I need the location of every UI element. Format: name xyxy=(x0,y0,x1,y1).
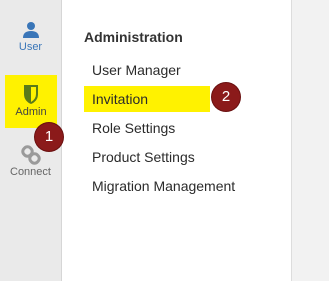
rail-item-connect[interactable]: Connect xyxy=(0,144,61,190)
menu-item-role-settings[interactable]: Role Settings xyxy=(84,115,269,141)
menu-item-user-manager[interactable]: User Manager xyxy=(84,57,269,83)
admin-menu-panel: Administration User Manager Invitation R… xyxy=(62,0,291,281)
menu-item-invitation[interactable]: Invitation xyxy=(84,86,210,112)
menu-item-migration-management[interactable]: Migration Management xyxy=(84,173,269,199)
rail-item-admin[interactable]: Admin xyxy=(5,75,57,128)
rail-item-label: User xyxy=(18,41,43,53)
link-icon xyxy=(20,145,41,165)
content-pane xyxy=(291,0,329,281)
menu-title: Administration xyxy=(84,29,183,45)
menu-item-product-settings[interactable]: Product Settings xyxy=(84,144,269,170)
user-icon xyxy=(22,22,39,38)
rail-item-label: Connect xyxy=(10,166,51,178)
rail-item-label: Admin xyxy=(15,106,47,118)
shield-icon xyxy=(24,85,38,104)
rail-item-user[interactable]: User xyxy=(0,21,61,65)
step-marker-two: 2 xyxy=(212,83,240,111)
step-marker-one: 1 xyxy=(35,123,63,151)
